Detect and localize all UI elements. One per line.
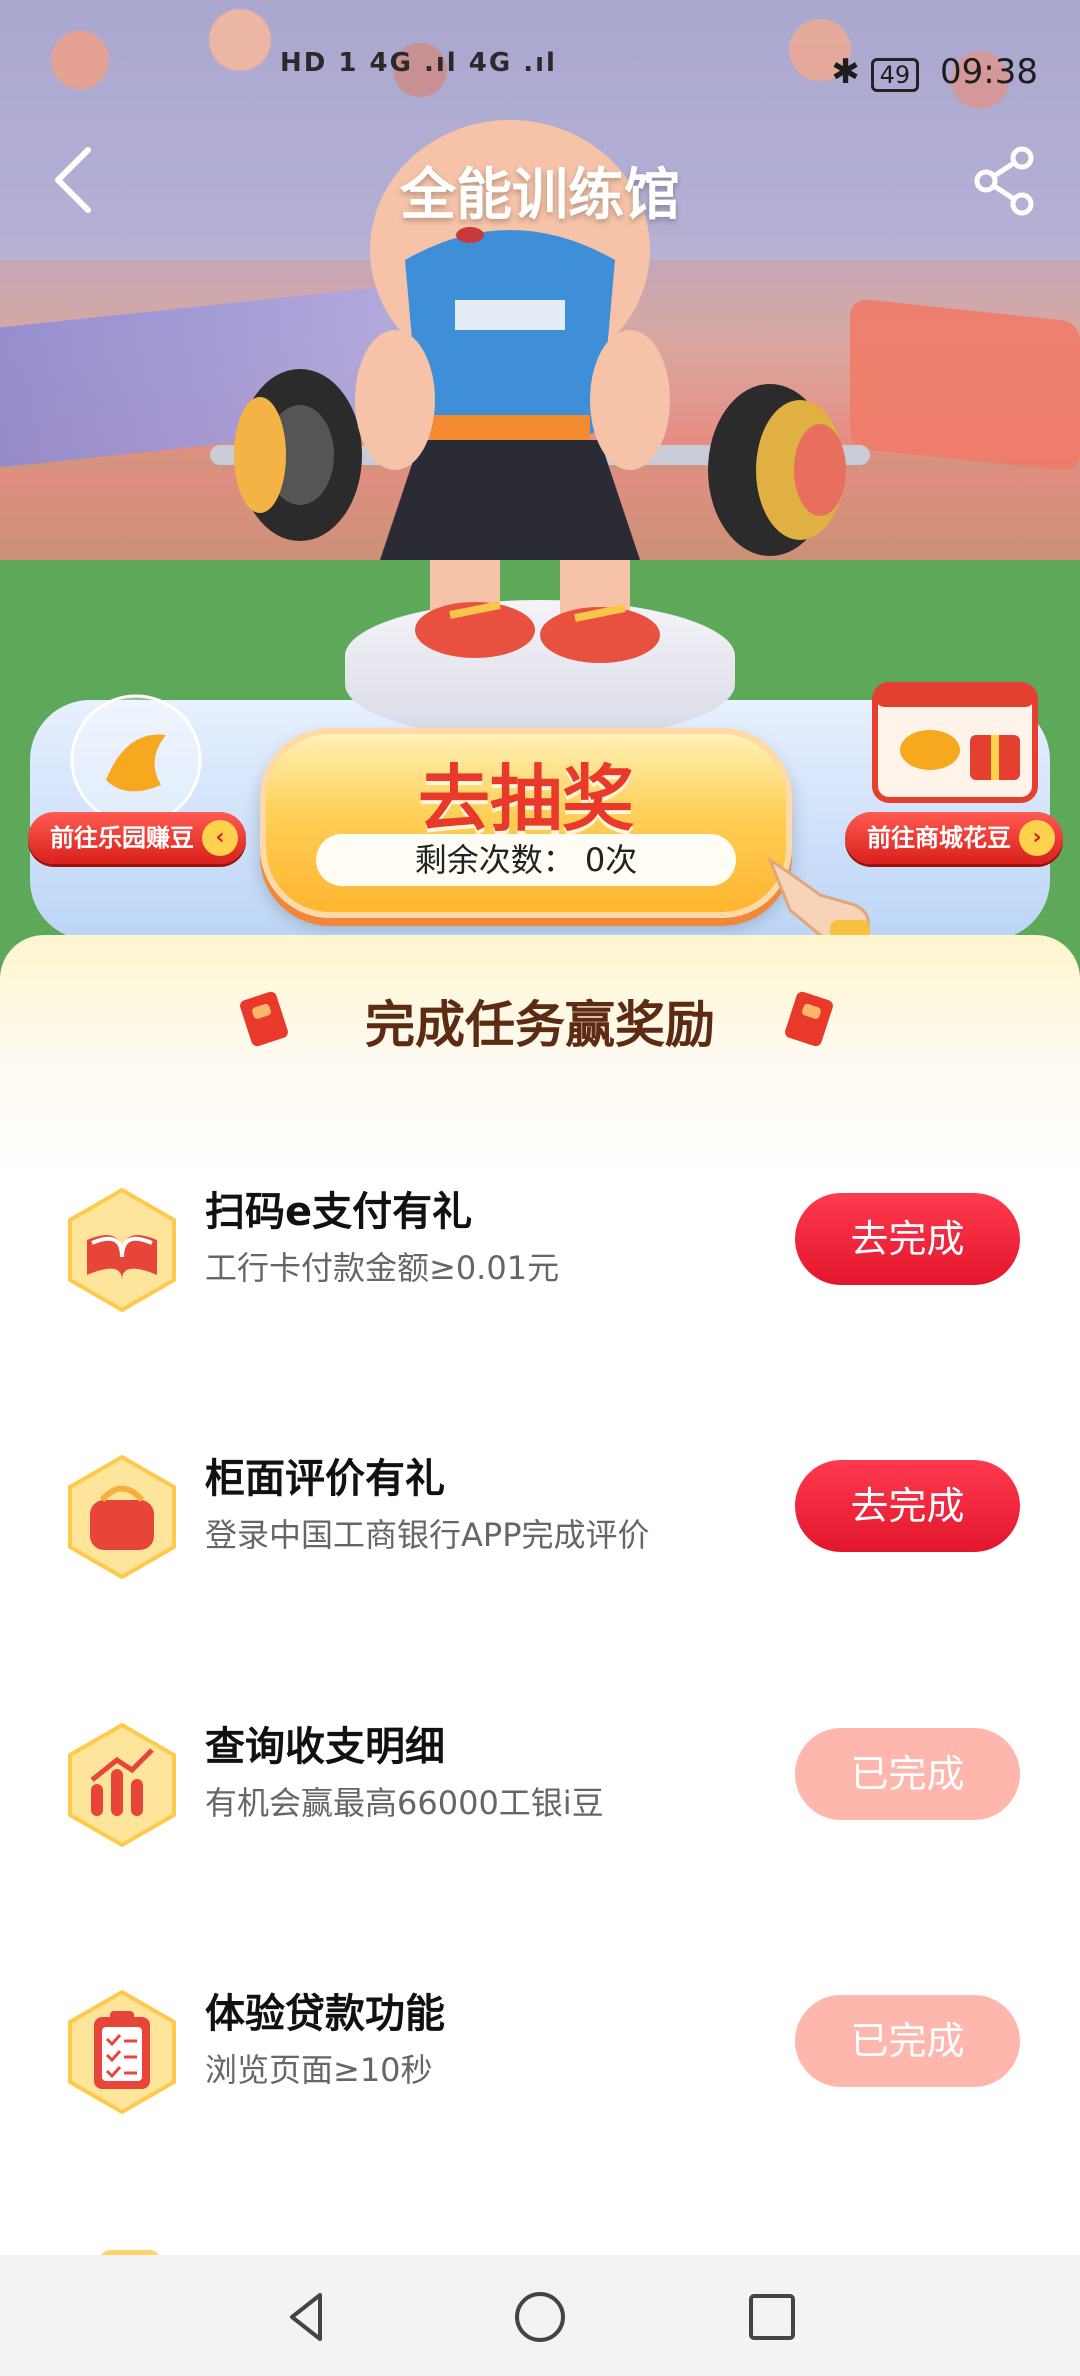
task-desc: 登录中国工商银行APP完成评价 [205,1516,650,1554]
page-title: 全能训练馆 [400,163,680,228]
clock: 09:38 [940,52,1038,92]
go-to-mall-label: 前往商城花豆 [867,824,1011,852]
mall-gift-icon [872,682,1038,803]
lottery-button[interactable]: 去抽奖 剩余次数： 0次 [260,728,792,918]
task-panel: 完成任务赢奖励 扫码e支付有礼 工行卡付款金额≥0.01元 去完成 柜面评价有礼… [0,935,1080,2255]
task-desc: 工行卡付款金额≥0.01元 [205,1249,560,1287]
task-action-button[interactable]: 已完成 [795,1728,1020,1820]
chart-icon [68,1722,176,1848]
arrow-left-icon: ‹ [202,820,238,856]
hero-banner: 前往乐园赚豆 ‹ 前往商城花豆 › 去抽奖 剩余次数： 0次 HD 1 4G .… [0,0,1080,980]
network-indicators: HD 1 4G .ıl 4G .ıl [280,48,557,78]
remaining-value: 0次 [584,841,638,879]
pointing-hand-icon [766,856,870,948]
task-desc: 有机会赢最高66000工银i豆 [205,1784,604,1822]
bluetooth-icon: ✱ [831,52,860,92]
status-right: ✱ 49 09:38 [831,52,1038,92]
task-action-button[interactable]: 已完成 [795,1995,1020,2087]
task-title: 柜面评价有礼 [205,1456,445,1502]
remaining-label: 剩余次数： [414,841,575,879]
gold-bean-bubble-icon [70,694,202,826]
task-title: 扫码e支付有礼 [205,1189,473,1235]
task-action-button[interactable]: 去完成 [795,1460,1020,1552]
share-icon[interactable] [970,144,1040,218]
battery-icon: 49 [870,58,920,92]
remaining-count: 剩余次数： 0次 [316,834,736,886]
task-action-button[interactable]: 去完成 [795,1193,1020,1285]
nav-recents-icon[interactable] [742,2287,802,2347]
system-navigation-bar [0,2255,1080,2376]
task-row: 柜面评价有礼 登录中国工商银行APP完成评价 去完成 [0,1432,1080,1602]
wallet-icon [68,1454,176,1580]
task-row: 体验贷款功能 浏览页面≥10秒 已完成 [0,1967,1080,2137]
go-to-park-label: 前往乐园赚豆 [50,824,194,852]
task-row: 扫码e支付有礼 工行卡付款金额≥0.01元 去完成 [0,1165,1080,1335]
task-desc: 浏览页面≥10秒 [205,2051,433,2089]
task-title: 查询收支明细 [205,1724,445,1770]
book-icon [68,1187,176,1313]
section-title: 完成任务赢奖励 [365,996,715,1054]
clipboard-icon [68,1989,176,2115]
status-bar: HD 1 4G .ıl 4G .ıl ✱ 49 09:38 [0,0,1080,130]
top-nav: 全能训练馆 [0,140,1080,240]
nav-back-icon[interactable] [278,2287,338,2347]
task-row: 查询收支明细 有机会赢最高66000工银i豆 已完成 [0,1700,1080,1870]
go-to-park-button[interactable]: 前往乐园赚豆 ‹ [28,812,246,864]
arrow-right-icon: › [1019,820,1055,856]
task-title: 体验贷款功能 [205,1991,445,2037]
nav-home-icon[interactable] [510,2287,570,2347]
lottery-label: 去抽奖 [417,757,634,841]
